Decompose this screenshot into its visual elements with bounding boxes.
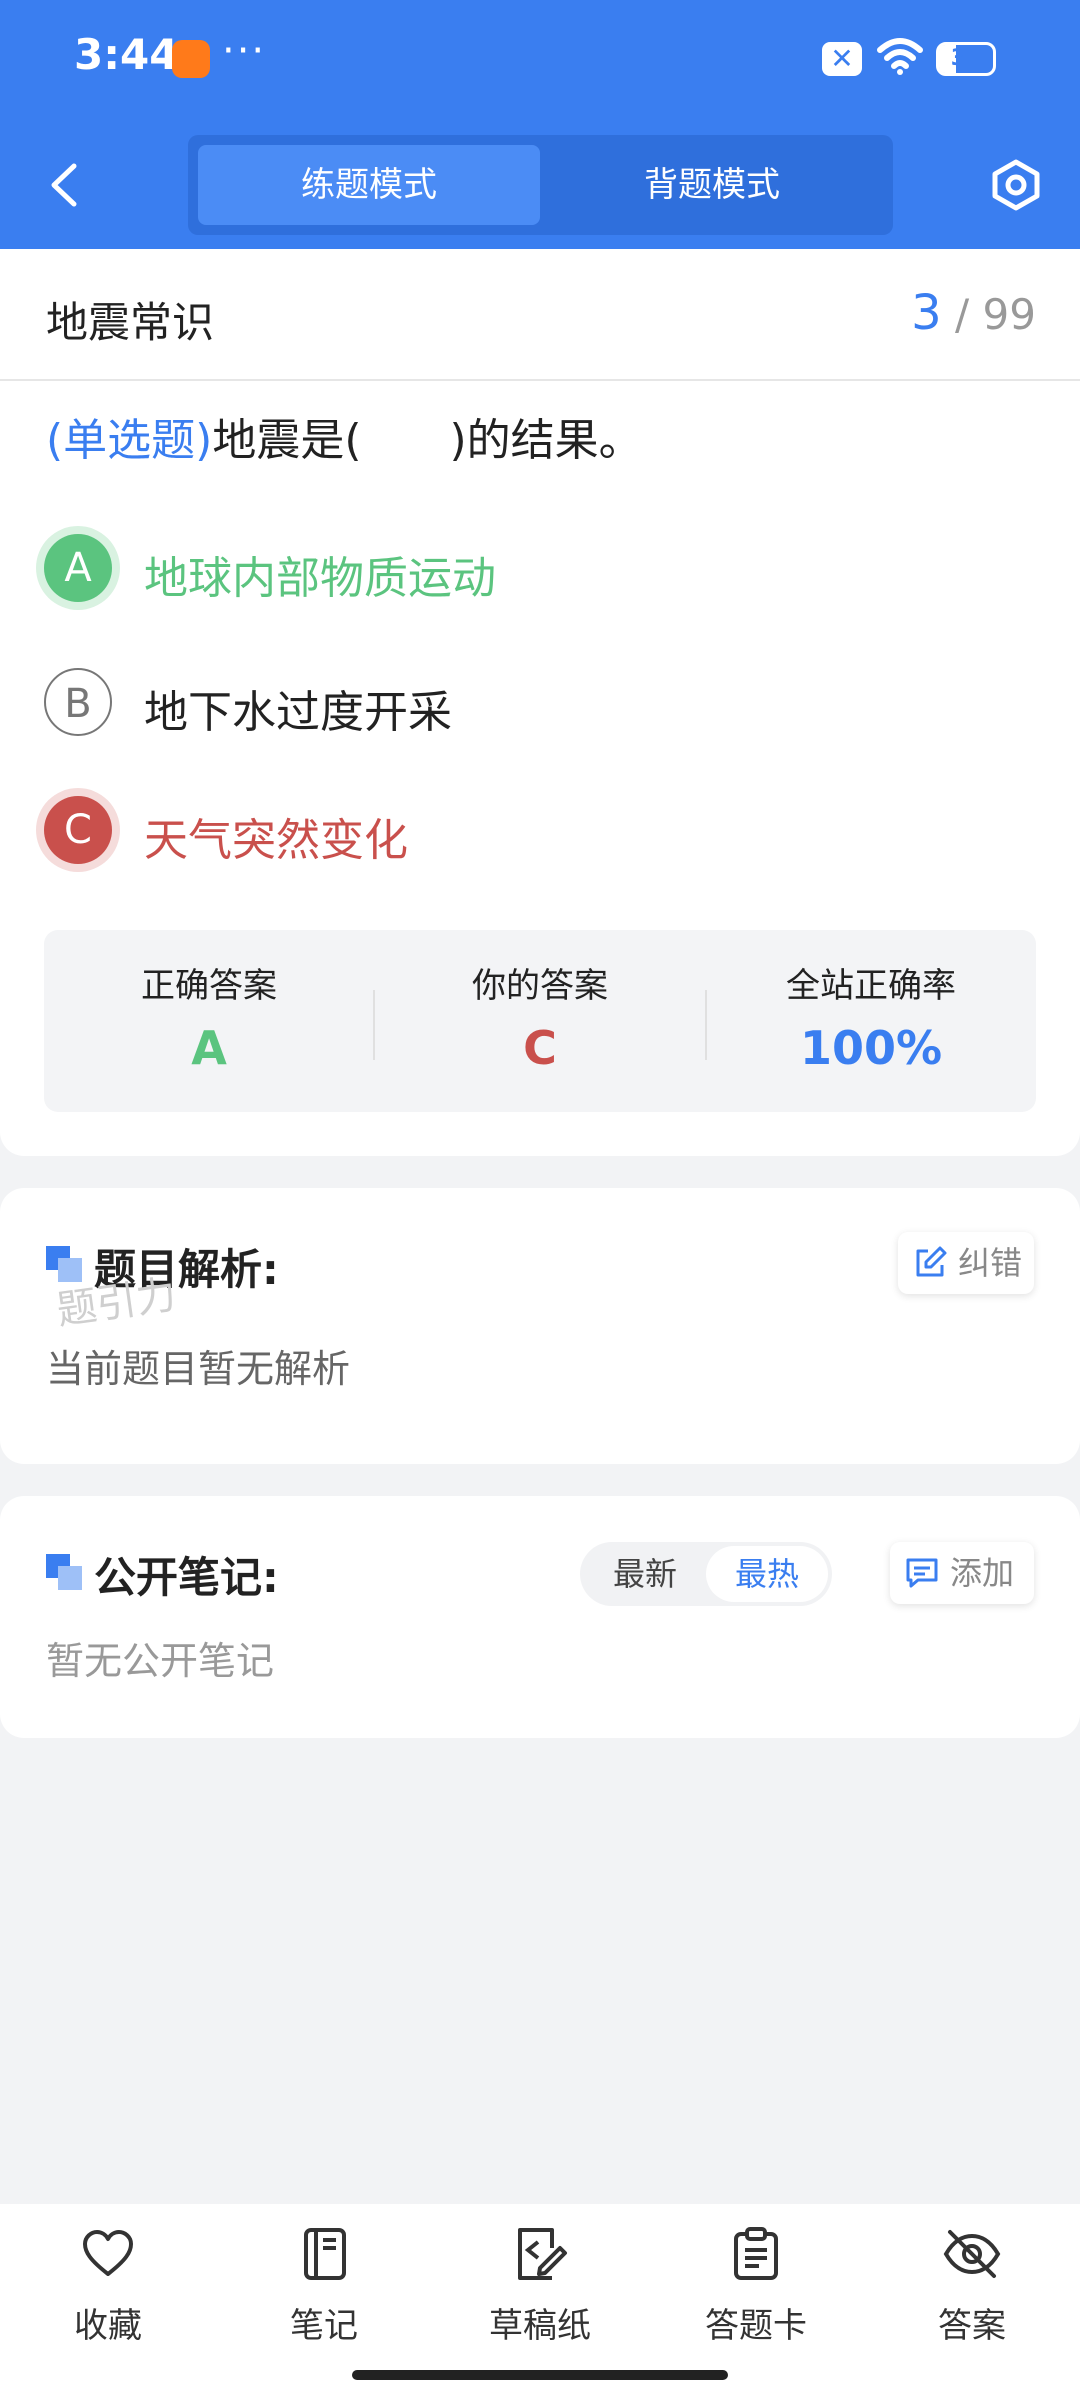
add-note-button[interactable]: 添加 bbox=[890, 1542, 1034, 1604]
sort-newest[interactable]: 最新 bbox=[584, 1546, 706, 1602]
notification-x-icon: ✕ bbox=[822, 42, 862, 76]
stat-label: 正确答案 bbox=[141, 966, 277, 1006]
tab-memorize-mode[interactable]: 背题模式 bbox=[541, 145, 883, 225]
comment-icon bbox=[906, 1558, 938, 1588]
back-button[interactable] bbox=[40, 150, 90, 220]
your-answer-value: C bbox=[523, 1021, 557, 1075]
mi-store-icon bbox=[172, 40, 210, 78]
correct-answer-stat: 正确答案 A bbox=[44, 958, 374, 1075]
question-progress: 3 / 99 bbox=[911, 285, 1036, 341]
show-answer-button[interactable]: 答案 bbox=[872, 2226, 1072, 2366]
option-letter-circle: C bbox=[44, 796, 112, 864]
accuracy-stat: 全站正确率 100% bbox=[706, 958, 1036, 1075]
battery-icon: 31 bbox=[936, 42, 996, 76]
analysis-panel: 题目解析: 题引力 纠错 当前题目暂无解析 bbox=[0, 1188, 1080, 1464]
answer-stats: 正确答案 A 你的答案 C 全站正确率 100% bbox=[44, 930, 1036, 1112]
tab-label: 收藏 bbox=[74, 2306, 142, 2346]
edit-icon bbox=[916, 1246, 947, 1277]
section-mark-icon bbox=[46, 1554, 84, 1592]
tab-practice-mode[interactable]: 练题模式 bbox=[198, 145, 540, 225]
current-question-number: 3 bbox=[911, 285, 942, 341]
option-letter-circle: B bbox=[44, 668, 112, 736]
your-answer-stat: 你的答案 C bbox=[375, 958, 705, 1075]
answer-card-icon bbox=[734, 2227, 778, 2280]
question-text: (单选题)地震是( )的结果。 bbox=[46, 404, 643, 468]
add-note-label: 添加 bbox=[950, 1554, 1015, 1592]
tab-label: 草稿纸 bbox=[489, 2306, 591, 2346]
question-card: 地震常识 3 / 99 (单选题)地震是( )的结果。 A 地球内部物质运动 B… bbox=[0, 249, 1080, 1156]
accuracy-value: 100% bbox=[799, 1021, 943, 1075]
option-a[interactable]: A 地球内部物质运动 bbox=[44, 534, 944, 624]
notes-title: 公开笔记: bbox=[94, 1553, 279, 1602]
status-more-dots: ··· bbox=[222, 28, 267, 74]
notes-panel: 公开笔记: 最新 最热 添加 暂无公开笔记 bbox=[0, 1496, 1080, 1738]
sort-hottest[interactable]: 最热 bbox=[706, 1546, 828, 1602]
correct-answer-value: A bbox=[191, 1021, 227, 1075]
question-type: (单选题) bbox=[46, 415, 213, 466]
analysis-body: 当前题目暂无解析 bbox=[46, 1347, 351, 1391]
favorite-button[interactable]: 收藏 bbox=[8, 2226, 208, 2366]
battery-percent: 31 bbox=[950, 46, 982, 71]
notes-button[interactable]: 笔记 bbox=[224, 2226, 424, 2366]
heart-icon bbox=[83, 2230, 133, 2276]
tab-label: 答题卡 bbox=[705, 2306, 807, 2346]
stat-label: 全站正确率 bbox=[786, 966, 956, 1006]
hexagon-settings-icon bbox=[992, 159, 1040, 211]
option-text: 天气突然变化 bbox=[144, 815, 408, 866]
report-error-button[interactable]: 纠错 bbox=[898, 1232, 1034, 1294]
option-text: 地下水过度开采 bbox=[144, 687, 452, 738]
draft-paper-button[interactable]: 草稿纸 bbox=[440, 2226, 640, 2366]
notes-sort-toggle: 最新 最热 bbox=[580, 1542, 832, 1606]
draft-paper-icon bbox=[518, 2228, 567, 2280]
category-title: 地震常识 bbox=[46, 298, 215, 347]
total-questions: / 99 bbox=[955, 290, 1036, 339]
question-stem: 地震是( )的结果。 bbox=[212, 415, 643, 466]
app-header: 3:44 ··· ✕ 31 练题模式 背题模式 bbox=[0, 0, 1080, 249]
option-text: 地球内部物质运动 bbox=[144, 553, 496, 604]
answer-card-button[interactable]: 答题卡 bbox=[656, 2226, 856, 2366]
report-error-label: 纠错 bbox=[958, 1244, 1023, 1282]
settings-button[interactable] bbox=[985, 150, 1047, 220]
eye-off-icon bbox=[943, 2230, 1001, 2278]
option-c[interactable]: C 天气突然变化 bbox=[44, 796, 944, 886]
tab-label: 答案 bbox=[938, 2306, 1006, 2346]
divider bbox=[0, 379, 1080, 381]
option-b[interactable]: B 地下水过度开采 bbox=[44, 668, 944, 758]
notebook-icon bbox=[304, 2228, 346, 2280]
wifi-icon bbox=[877, 38, 923, 75]
mode-switch: 练题模式 背题模式 bbox=[188, 135, 893, 235]
tab-label: 笔记 bbox=[290, 2306, 358, 2346]
notes-empty-text: 暂无公开笔记 bbox=[46, 1639, 275, 1683]
chevron-left-icon bbox=[51, 163, 77, 207]
home-indicator[interactable] bbox=[352, 2370, 728, 2380]
status-time: 3:44 bbox=[74, 30, 179, 79]
stat-label: 你的答案 bbox=[472, 966, 608, 1006]
option-letter-circle: A bbox=[44, 534, 112, 602]
